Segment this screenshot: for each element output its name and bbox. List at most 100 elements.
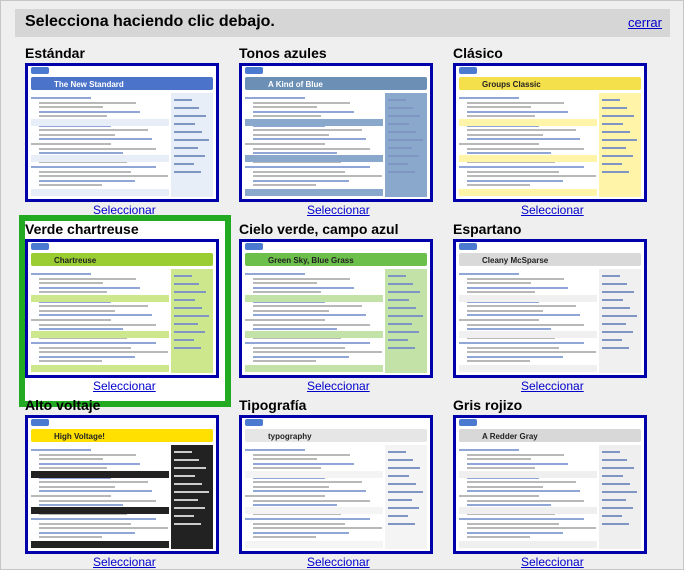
preview-sidebar-line [602,155,633,157]
theme-option[interactable]: Tonos azules A Kind of Blue Seleccionar [239,45,439,225]
select-theme-link[interactable]: Seleccionar [307,555,370,569]
preview-text-line [467,462,568,465]
preview-text-line [39,355,135,358]
preview-main-column [245,93,383,197]
close-link[interactable]: cerrar [628,15,662,30]
theme-picker-dialog: Selecciona haciendo clic debajo. cerrar … [0,0,684,570]
preview-text-line [39,481,148,484]
theme-preview-thumbnail[interactable]: Green Sky, Blue Grass [239,239,433,378]
theme-name: Espartano [453,221,522,237]
preview-sidebar-line [388,323,412,325]
select-theme-link[interactable]: Seleccionar [307,203,370,217]
preview-text-line [39,323,156,326]
preview-text-line [467,129,576,132]
theme-option[interactable]: Estándar The New Standard Seleccionar [25,45,225,225]
theme-preview-thumbnail[interactable]: Cleany McSparse [453,239,647,378]
preview-section-header [31,155,169,162]
preview-text-line [39,522,131,525]
preview-section-header [31,331,169,338]
preview-text-line [31,97,91,99]
select-theme-link[interactable]: Seleccionar [521,379,584,393]
preview-top-strip [242,418,430,429]
theme-preview-thumbnail[interactable]: Groups Classic [453,63,647,202]
theme-option[interactable]: Verde chartreuse Chartreuse Seleccionar [19,215,231,407]
preview-main-column [245,269,383,373]
preview-sidebar-line [602,99,620,101]
preview-banner-title: The New Standard [54,80,124,89]
preview-text-line [253,170,345,173]
preview-section-header [459,155,597,162]
preview-section-header [459,365,597,372]
preview-sidebar-line [174,451,192,453]
preview-section-header [459,295,597,302]
preview-banner-title: High Voltage! [54,432,105,441]
preview-text-line [459,143,539,145]
preview-section-header [31,365,169,372]
preview-sidebar-line [602,107,627,109]
preview-text-line [39,453,136,456]
preview-sidebar-line [388,459,413,461]
preview-text-line [253,499,370,502]
preview-text-line [467,323,584,326]
preview-sidebar-line [174,299,195,301]
preview-sidebar-line [602,467,634,469]
preview-text-line [467,147,584,150]
preview-text-line [253,101,350,104]
preview-section-header [31,541,169,548]
preview-sidebar-line [174,107,199,109]
preview-sidebar-line [388,307,416,309]
preview-sidebar-line [602,275,620,277]
preview-text-line [467,138,580,141]
preview-sidebar-line [388,299,409,301]
preview-text-line [253,179,349,182]
theme-option[interactable]: Tipografía typography Seleccionar [239,397,439,577]
dialog-header: Selecciona haciendo clic debajo. cerrar [15,9,670,37]
select-theme-link[interactable]: Seleccionar [521,203,584,217]
select-theme-link[interactable]: Seleccionar [307,379,370,393]
preview-banner-title: Chartreuse [54,256,97,265]
google-groups-logo-icon [459,419,477,426]
theme-preview-thumbnail[interactable]: A Kind of Blue [239,63,433,202]
preview-text-line [253,115,321,118]
preview-text-line [467,467,535,470]
preview-sidebar-line [174,131,202,133]
preview-sidebar-line [602,123,623,125]
preview-text-line [245,319,325,321]
preview-top-strip [242,242,430,253]
preview-sidebar-line [602,523,629,525]
theme-preview-thumbnail[interactable]: The New Standard [25,63,219,202]
preview-text-line [253,458,317,461]
theme-option[interactable]: Espartano Cleany McSparse Seleccionar [453,221,653,401]
theme-preview-thumbnail[interactable]: Chartreuse [25,239,219,378]
preview-sidebar-line [388,507,419,509]
select-theme-link[interactable]: Seleccionar [93,555,156,569]
theme-preview-thumbnail[interactable]: High Voltage! [25,415,219,554]
theme-option[interactable]: Gris rojizo A Redder Gray Seleccionar [453,397,653,577]
preview-text-line [245,273,305,275]
preview-sidebar-line [602,163,622,165]
preview-top-strip [456,418,644,429]
preview-text-line [467,291,535,294]
preview-sidebar [171,93,213,197]
preview-sidebar-line [174,115,206,117]
preview-section-header [459,507,597,514]
preview-sidebar-line [174,523,201,525]
theme-preview-thumbnail[interactable]: typography [239,415,433,554]
theme-option[interactable]: Alto voltaje High Voltage! Seleccionar [25,397,225,577]
theme-option[interactable]: Clásico Groups Classic Seleccionar [453,45,653,225]
preview-text-line [253,110,354,113]
select-theme-link[interactable]: Seleccionar [521,555,584,569]
preview-sidebar-line [174,307,202,309]
preview-text-line [467,309,543,312]
select-theme-link[interactable]: Seleccionar [93,379,156,393]
preview-section-header [459,119,597,126]
theme-preview-thumbnail[interactable]: A Redder Gray [453,415,647,554]
preview-text-line [39,286,140,289]
preview-sidebar-line [602,331,633,333]
select-theme-link[interactable]: Seleccionar [93,203,156,217]
preview-text-line [253,133,329,136]
preview-sidebar-line [388,483,416,485]
theme-option[interactable]: Cielo verde, campo azul Green Sky, Blue G… [239,221,439,401]
preview-text-line [253,346,345,349]
google-groups-logo-icon [31,243,49,250]
